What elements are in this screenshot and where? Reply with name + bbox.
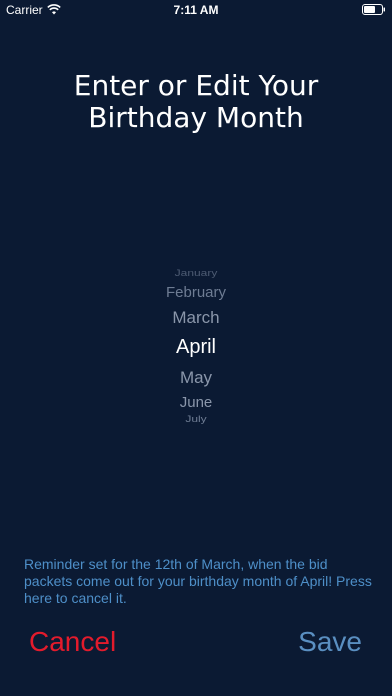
cancel-button[interactable]: Cancel xyxy=(29,626,116,658)
battery-icon xyxy=(362,4,385,15)
month-picker[interactable]: January February March April May June Ju… xyxy=(0,262,392,432)
title-line-1: Enter or Edit Your xyxy=(73,69,319,102)
picker-option-february[interactable]: February xyxy=(0,284,392,301)
title-line-2: Birthday Month xyxy=(88,101,304,134)
picker-option-may[interactable]: May xyxy=(0,368,392,388)
picker-option-march[interactable]: March xyxy=(0,308,392,328)
picker-option-june[interactable]: June xyxy=(0,394,392,411)
status-time: 7:11 AM xyxy=(173,3,219,17)
status-bar: Carrier 7:11 AM xyxy=(0,0,392,22)
save-button[interactable]: Save xyxy=(298,626,362,658)
picker-option-january[interactable]: January xyxy=(0,268,392,279)
picker-option-selected[interactable]: April xyxy=(0,336,392,359)
reminder-cancel-link[interactable]: Reminder set for the 12th of March, when… xyxy=(24,556,374,607)
page-title: Enter or Edit Your Birthday Month xyxy=(0,70,392,134)
picker-option-july[interactable]: July xyxy=(0,414,392,425)
